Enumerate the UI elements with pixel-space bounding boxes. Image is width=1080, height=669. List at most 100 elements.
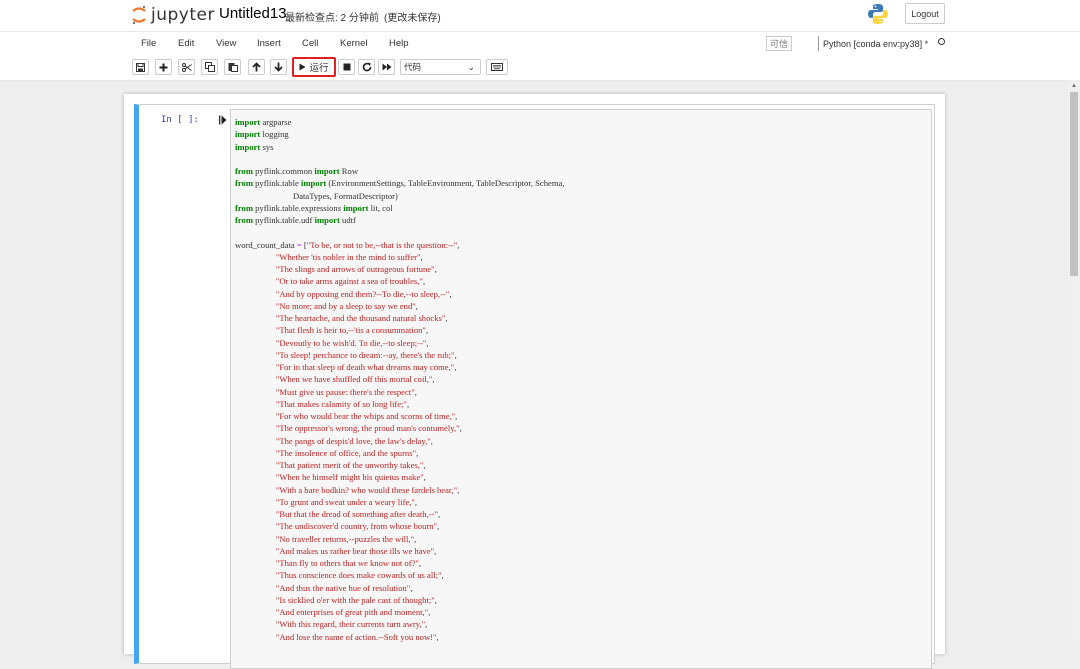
cell-type-value: 代码 [404, 62, 422, 72]
code-line: "No more; and by a sleep to say we end", [275, 300, 418, 311]
jupyter-logo-icon [132, 5, 146, 25]
move-up-button[interactable] [248, 59, 265, 75]
move-down-button[interactable] [270, 59, 287, 75]
code-line: "That makes calamity of so long life;", [275, 398, 410, 409]
jupyter-logo-text: jupyter [151, 5, 215, 25]
code-line: "Than fly to others that we know not of?… [275, 558, 422, 568]
paste-icon [228, 63, 238, 72]
code-line: "For who would bear the whips and scorns… [275, 411, 458, 421]
code-line: "To sleep! perchance to dream:--ay, ther… [275, 349, 457, 360]
menu-help[interactable]: Help [389, 38, 409, 49]
page-scrollbar[interactable]: ▲ [1068, 80, 1080, 640]
code-line: "The insolence of office, and the spurns… [275, 447, 419, 458]
code-line: "Or to take arms against a sea of troubl… [275, 276, 426, 287]
code-line: "With a bare bodkin? who would these far… [275, 484, 460, 495]
code-line: "Must give us pause: there's the respect… [275, 386, 417, 397]
code-line: import argparse [235, 117, 292, 127]
run-cell-icon[interactable] [219, 115, 227, 125]
code-line: from pyflink.table.udf import udtf [235, 215, 356, 225]
play-icon [299, 63, 306, 71]
run-button[interactable]: 运行 [292, 57, 336, 77]
notebook-title[interactable]: Untitled13 [219, 5, 287, 22]
code-line: import sys [235, 141, 274, 152]
code-line: "But that the dread of something after d… [275, 509, 441, 519]
code-line: "With this regard, their currents turn a… [275, 619, 428, 630]
code-line: "Whether 'tis nobler in the mind to suff… [275, 251, 423, 262]
code-line: "Is sicklied o'er with the pale cast of … [275, 594, 437, 605]
code-line: DataTypes, FormatDescriptor) [235, 190, 398, 201]
keyboard-icon [491, 63, 503, 71]
copy-button[interactable] [201, 59, 218, 75]
arrow-down-icon [274, 62, 283, 72]
code-line: "The undiscover'd country, from whose bo… [275, 521, 440, 532]
notebook-container: In [ ]: import argparse import logging imp… [124, 94, 945, 669]
menu-edit[interactable]: Edit [178, 38, 194, 49]
chevron-down-icon: ⌄ [467, 62, 475, 72]
stop-icon [343, 63, 350, 71]
fast-forward-icon [382, 63, 391, 71]
menu-cell[interactable]: Cell [302, 38, 318, 49]
code-line: "That patient merit of the unworthy take… [275, 460, 426, 470]
code-line: word_count_data = ["To be, or not to be,… [235, 239, 460, 250]
code-line: from pyflink.common import Row [235, 166, 359, 176]
code-line: from pyflink.table.expressions import li… [235, 202, 393, 213]
restart-button[interactable] [358, 59, 375, 75]
code-line: "For in that sleep of death what dreams … [275, 362, 457, 372]
copy-icon [204, 62, 215, 72]
menu-bar: File Edit View Insert Cell Kernel Help 可… [0, 31, 1080, 56]
code-line: "When he himself might his quietus make"… [275, 472, 426, 483]
save-icon [136, 62, 145, 72]
scroll-thumb[interactable] [1070, 92, 1078, 276]
code-line: "And by opposing end them?--To die,--to … [275, 288, 452, 299]
code-content: import argparse import logging import sys … [235, 116, 565, 643]
notebook-header: jupyter Untitled13 最新检查点: 2 分钟前 (更改未保存) … [0, 0, 1080, 81]
run-label: 运行 [309, 63, 329, 74]
menu-view[interactable]: View [216, 38, 236, 49]
code-line: "Thus conscience does make cowards of us… [275, 570, 444, 581]
insert-cell-button[interactable] [155, 59, 172, 75]
trusted-indicator[interactable]: 可信 [766, 36, 792, 51]
menu-file[interactable]: File [141, 38, 156, 49]
command-palette-button[interactable] [486, 59, 508, 75]
code-line: "The oppressor's wrong, the proud man's … [275, 423, 462, 434]
code-line: from pyflink.table import (EnvironmentSe… [235, 178, 565, 189]
code-line: "The pangs of despis'd love, the law's d… [275, 435, 433, 446]
logout-button[interactable]: Logout [905, 3, 945, 24]
code-line: "Devoutly to be wish'd. To die,--to slee… [275, 337, 429, 348]
plus-icon [159, 63, 168, 71]
checkpoint-status: 最新检查点: 2 分钟前 [285, 13, 379, 24]
code-line: "No traveller returns,--puzzles the will… [275, 533, 417, 544]
code-line: "The heartache, and the thousand natural… [275, 313, 448, 323]
scroll-up-icon[interactable]: ▲ [1068, 82, 1080, 90]
cut-button[interactable] [178, 59, 195, 75]
menu-insert[interactable]: Insert [257, 38, 281, 49]
code-editor[interactable]: import argparse import logging import sys … [230, 109, 932, 669]
paste-button[interactable] [224, 59, 241, 75]
restart-icon [362, 62, 371, 72]
jupyter-logo[interactable]: jupyter [131, 3, 215, 27]
code-line: "When we have shuffled off this mortal c… [275, 374, 435, 385]
menu-kernel[interactable]: Kernel [340, 38, 367, 49]
kernel-name[interactable]: Python [conda env:py38] * [818, 36, 928, 51]
code-line: "The slings and arrows of outrageous for… [275, 264, 437, 274]
code-line: import logging [235, 129, 289, 140]
code-line: "And thus the native hue of resolution", [275, 582, 413, 593]
code-line: "To grunt and sweat under a weary life,"… [275, 496, 418, 507]
cell-prompt: In [ ]: [161, 115, 199, 125]
arrow-up-icon [252, 62, 261, 72]
code-cell[interactable]: In [ ]: import argparse import logging imp… [134, 104, 935, 669]
code-line: "And lose the name of action.--Soft you … [275, 631, 439, 642]
scissors-icon [181, 62, 192, 72]
restart-run-all-button[interactable] [378, 59, 395, 75]
save-button[interactable] [132, 59, 149, 75]
python-logo-icon [868, 3, 888, 30]
kernel-idle-icon [938, 38, 945, 45]
toolbar: 运行 代码 ⌄ [0, 56, 1080, 80]
code-line: "And enterprises of great pith and momen… [275, 607, 431, 617]
interrupt-button[interactable] [338, 59, 355, 75]
code-line: "And makes us rather bear those ills we … [275, 545, 437, 556]
cell-type-select[interactable]: 代码 ⌄ [400, 59, 481, 75]
unsaved-status: (更改未保存) [384, 13, 441, 24]
